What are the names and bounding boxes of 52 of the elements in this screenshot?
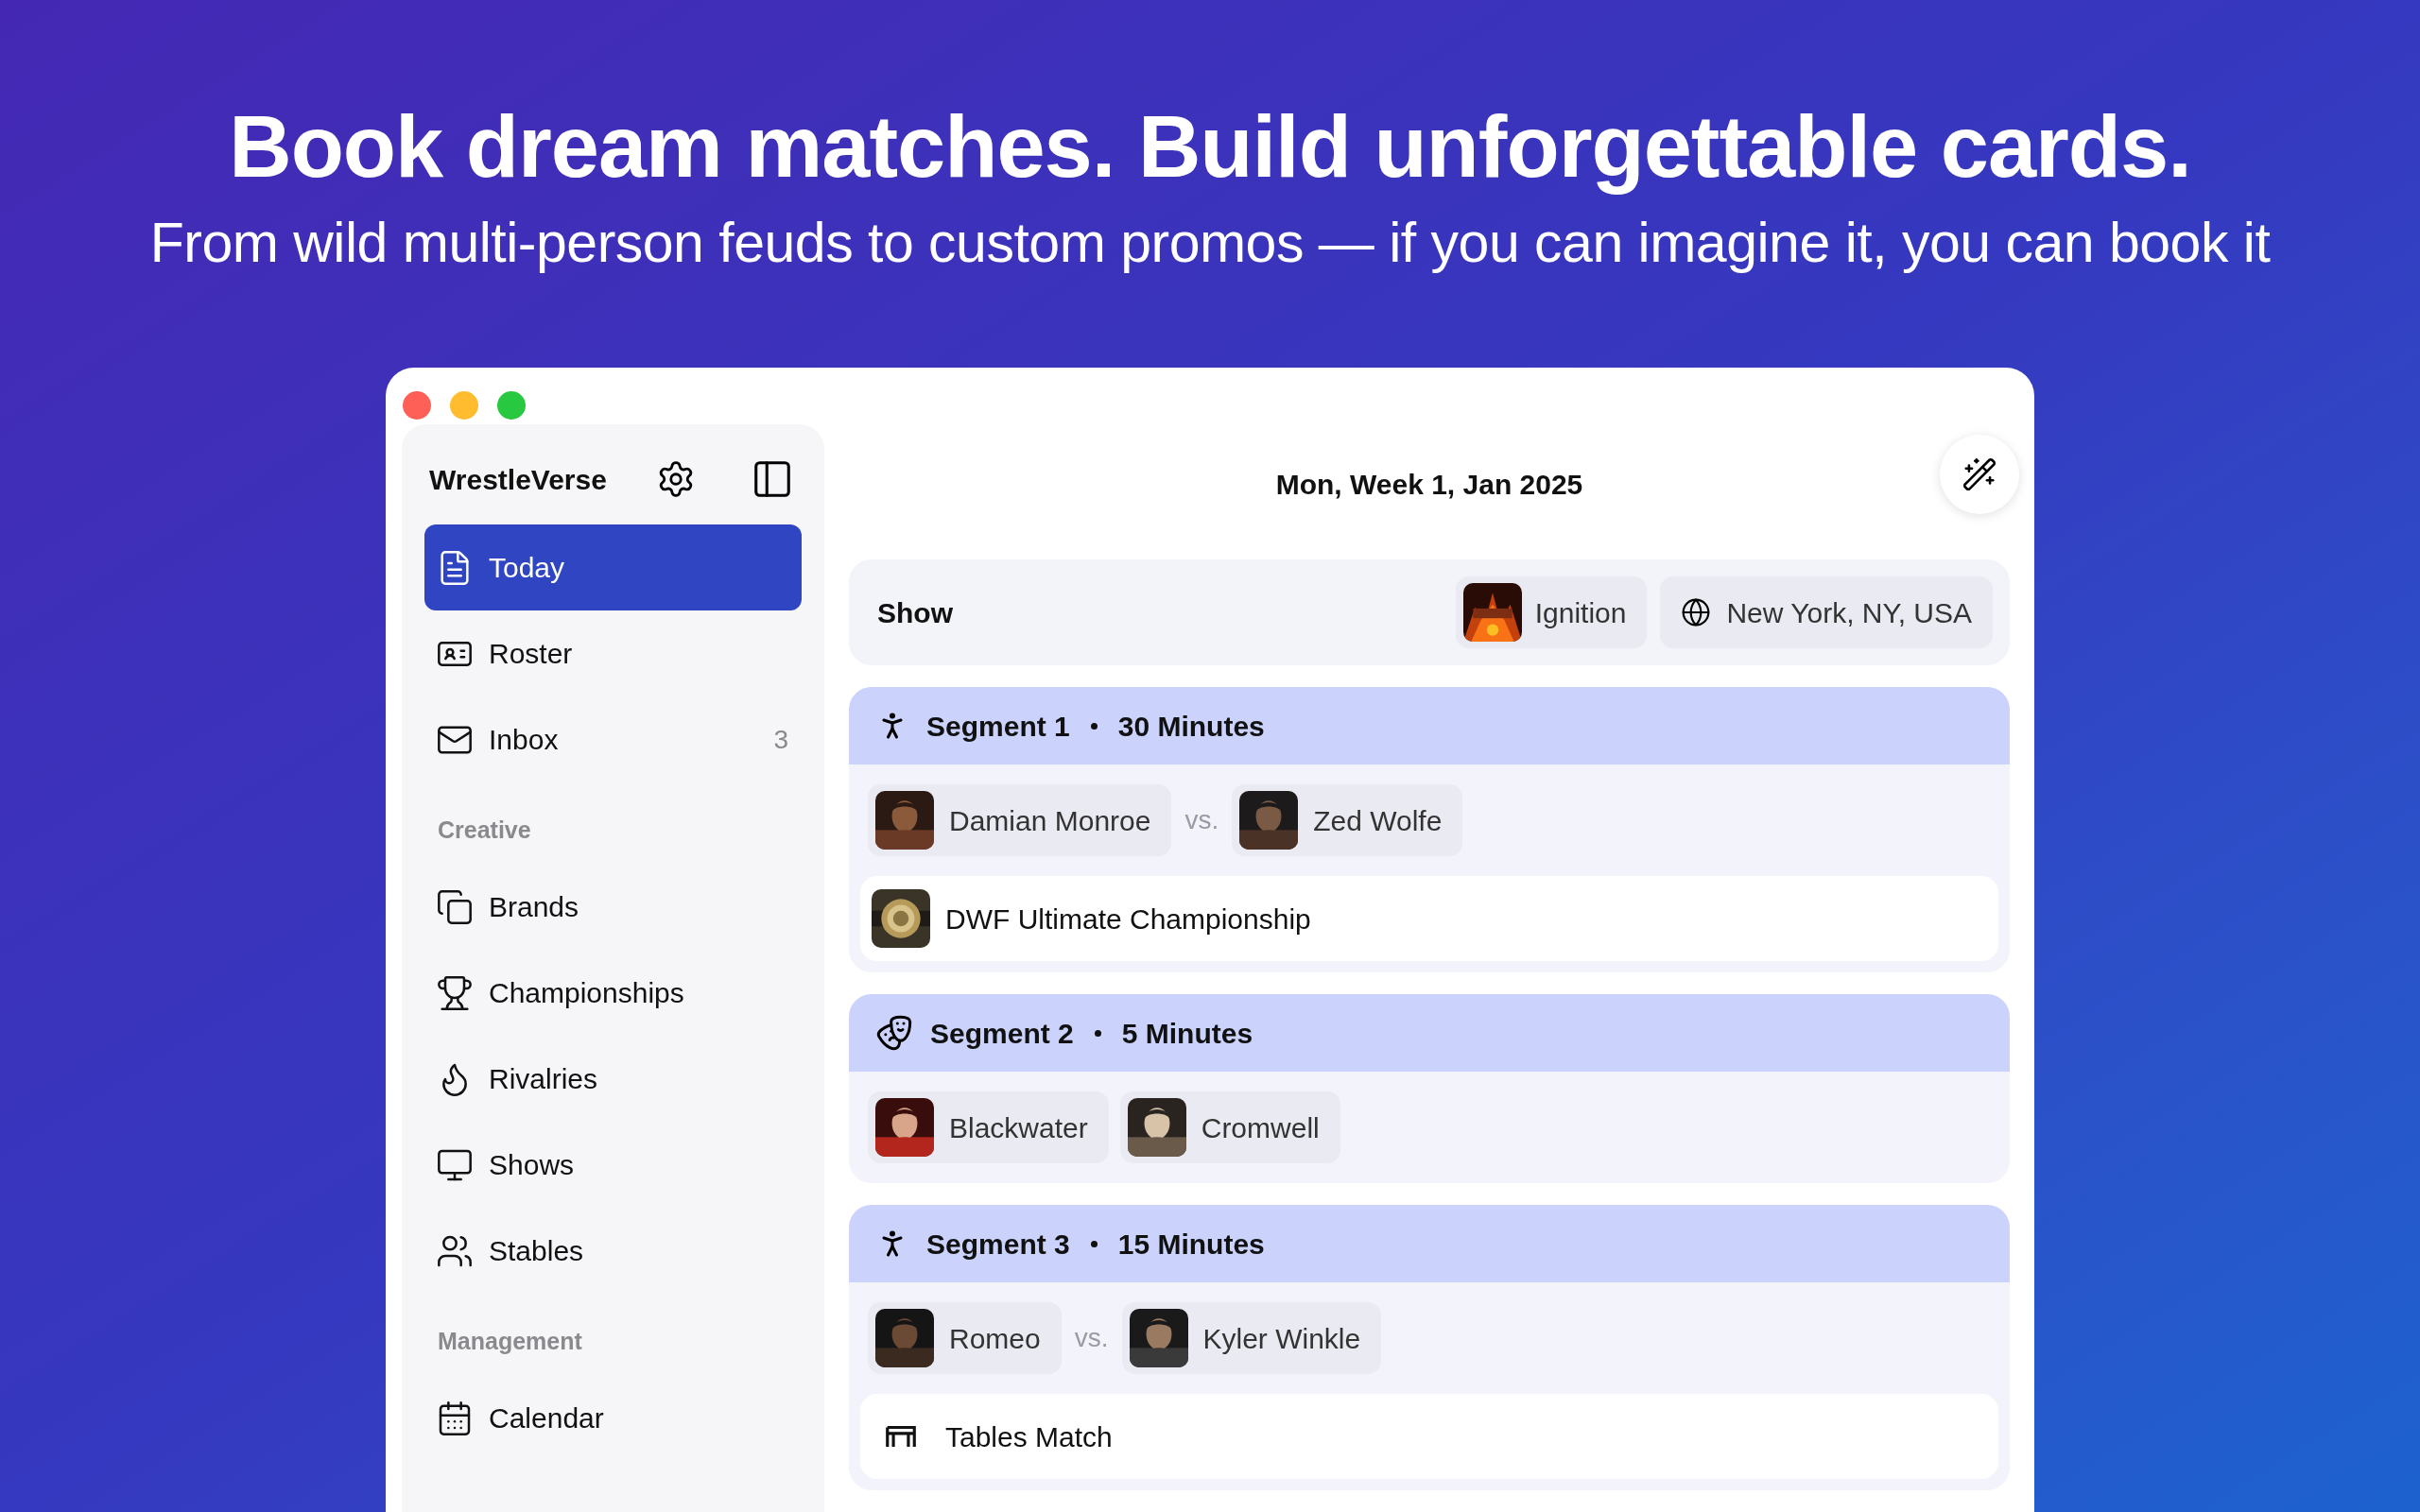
nav-label: Calendar xyxy=(489,1401,604,1436)
cards-icon xyxy=(436,887,474,926)
globe-icon xyxy=(1681,597,1712,628)
detail-row[interactable]: DWF Ultimate Championship xyxy=(860,876,1998,962)
app-name: WrestleVerse xyxy=(429,462,608,497)
detail-row[interactable]: Tables Match xyxy=(860,1394,1998,1480)
nav-label: Inbox xyxy=(489,723,559,758)
trophy-icon xyxy=(436,973,474,1012)
detail-label: Tables Match xyxy=(945,1419,1113,1454)
segment-title: Segment 1 xyxy=(926,709,1070,744)
location-chip[interactable]: New York, NY, USA xyxy=(1660,576,1993,649)
segment-title: Segment 2 xyxy=(930,1016,1074,1051)
subheadline: From wild multi-person feuds to custom promos — if you can imagine it, you can book it xyxy=(149,211,2271,277)
headline: Book dream matches. Build unforgettable cards. xyxy=(229,97,2191,197)
show-chip[interactable]: Ignition xyxy=(1455,576,1648,649)
segment-duration: 15 Minutes xyxy=(1117,1227,1265,1262)
participant-chip[interactable]: Romeo xyxy=(868,1302,1062,1375)
nav-item[interactable]: Brands xyxy=(424,864,802,951)
nav-item[interactable]: Shows xyxy=(424,1122,802,1209)
segment-duration: 30 Minutes xyxy=(1117,709,1265,744)
nav-item[interactable]: Inbox 3 xyxy=(424,696,802,783)
nav-item[interactable]: Rivalries xyxy=(424,1036,802,1123)
participant-chip[interactable]: Blackwater xyxy=(868,1091,1109,1164)
section-heading: Creative xyxy=(437,816,532,846)
show-label: Show xyxy=(877,595,953,630)
masks-icon xyxy=(875,1014,913,1053)
close-button[interactable] xyxy=(403,391,431,421)
count-label: 3 xyxy=(773,723,788,756)
segment-duration: 5 Minutes xyxy=(1121,1016,1253,1051)
versus-label: vs. xyxy=(1074,1322,1109,1355)
participant-chip[interactable]: Cromwell xyxy=(1119,1091,1340,1164)
date-title: Mon, Week 1, Jan 2025 xyxy=(1275,467,1583,502)
nav-item[interactable]: Championships xyxy=(424,950,802,1037)
participant-chip[interactable]: Zed Wolfe xyxy=(1232,784,1463,857)
nav-label: Championships xyxy=(489,976,684,1011)
nav-label: Brands xyxy=(489,890,579,925)
detail-label: DWF Ultimate Championship xyxy=(945,902,1311,936)
nav-label: Rivalries xyxy=(489,1062,598,1097)
nav-item[interactable]: Stables xyxy=(424,1208,802,1295)
nav-label: Stables xyxy=(489,1234,584,1269)
section-heading: Management xyxy=(437,1327,583,1357)
nav-item[interactable]: Calendar xyxy=(424,1375,802,1462)
versus-label: vs. xyxy=(1184,804,1219,837)
participant-chip[interactable]: Damian Monroe xyxy=(868,784,1172,857)
nav-label: Today xyxy=(489,551,565,586)
nav-label: Shows xyxy=(489,1148,575,1183)
nav-item[interactable]: Roster xyxy=(424,610,802,697)
participant-chip[interactable]: Kyler Winkle xyxy=(1121,1302,1382,1375)
nav-label: Roster xyxy=(489,637,573,672)
magic-wand-icon xyxy=(1962,456,1997,493)
nav-item[interactable]: Today xyxy=(424,524,802,611)
segment-title: Segment 3 xyxy=(926,1227,1070,1262)
